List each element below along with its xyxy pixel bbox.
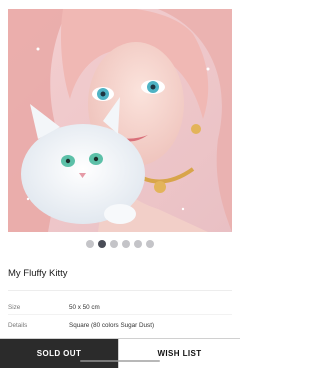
divider (8, 314, 232, 315)
carousel-dot-active[interactable] (98, 240, 106, 248)
spec-row-details: Details Square (80 colors Sugar Dust) (8, 320, 232, 332)
spec-row-size: Size 50 x 50 cm (8, 302, 232, 314)
product-image[interactable] (8, 9, 232, 232)
carousel-dot[interactable] (134, 240, 142, 248)
spec-label: Size (8, 304, 21, 311)
spec-value: 50 x 50 cm (69, 304, 100, 311)
spec-value: Square (80 colors Sugar Dust) (69, 322, 155, 329)
painting-image (8, 9, 232, 232)
wish-list-button[interactable]: WISH LIST (118, 339, 240, 368)
sold-out-button[interactable]: SOLD OUT (0, 339, 118, 368)
carousel-dots[interactable] (0, 240, 240, 250)
carousel-dot[interactable] (86, 240, 94, 248)
product-title: My Fluffy Kitty (8, 268, 68, 279)
carousel-dot[interactable] (146, 240, 154, 248)
carousel-dot[interactable] (110, 240, 118, 248)
action-bar: SOLD OUT WISH LIST (0, 338, 240, 368)
divider (8, 290, 232, 291)
home-indicator (80, 360, 160, 362)
spec-label: Details (8, 322, 28, 329)
carousel-dot[interactable] (122, 240, 130, 248)
